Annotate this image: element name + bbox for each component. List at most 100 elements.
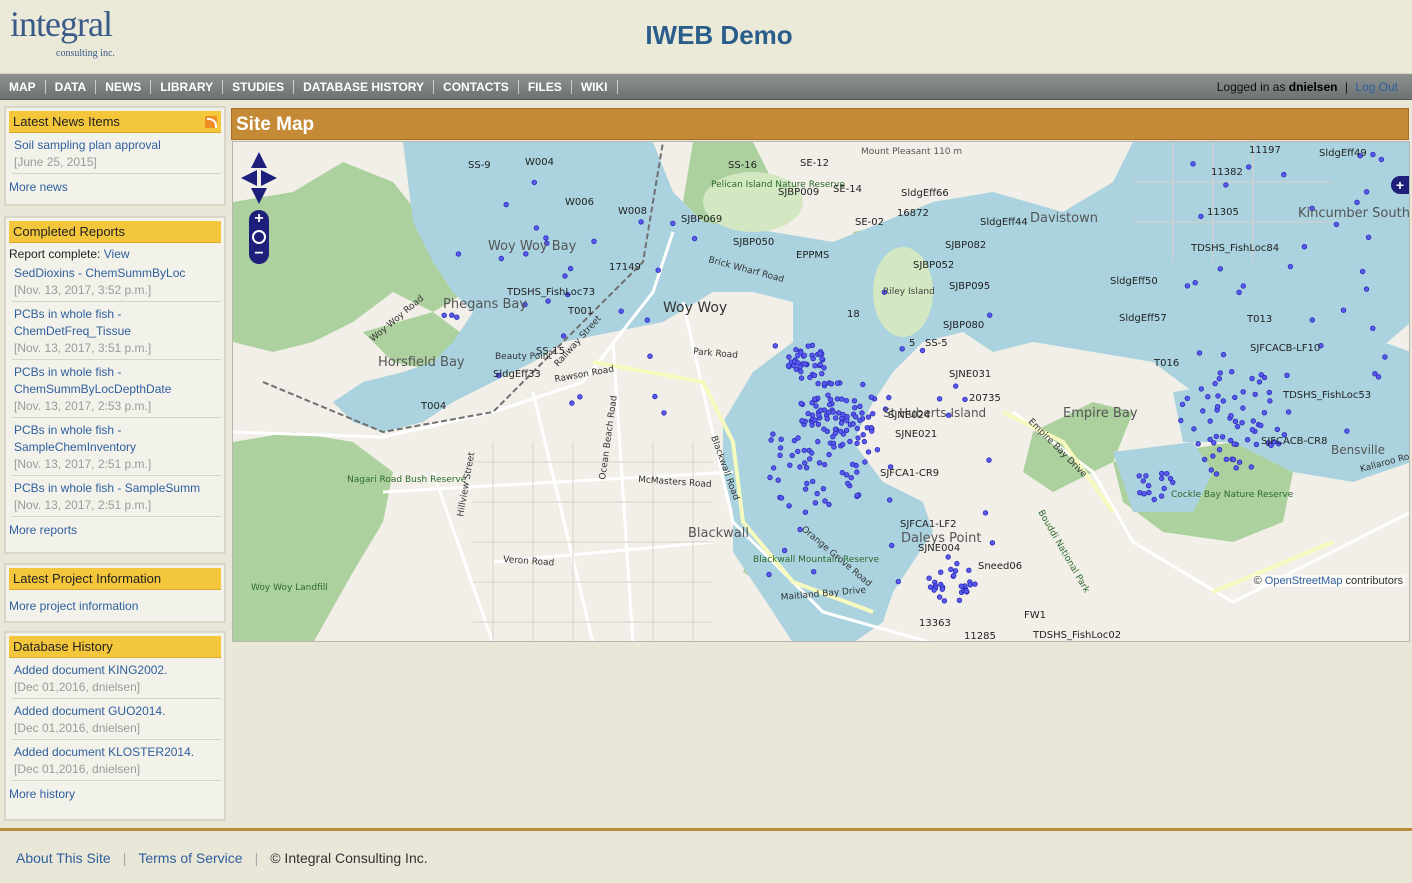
sample-point[interactable]: [838, 428, 844, 435]
sample-point[interactable]: [1223, 456, 1229, 462]
nav-contacts[interactable]: CONTACTS: [434, 80, 519, 94]
sample-point[interactable]: [1178, 417, 1184, 424]
more-news-link[interactable]: More news: [6, 174, 224, 198]
sample-point[interactable]: [1136, 473, 1142, 479]
sample-point[interactable]: [1232, 394, 1238, 401]
sample-point[interactable]: [799, 418, 805, 424]
sample-point[interactable]: [1214, 404, 1221, 410]
sample-point[interactable]: [786, 354, 792, 360]
sample-point[interactable]: [1208, 467, 1214, 473]
sample-point[interactable]: [835, 410, 842, 416]
report-item[interactable]: PCBs in whole fish - SampleSumm [Nov. 13…: [12, 476, 221, 517]
sample-point[interactable]: [545, 298, 551, 304]
sample-point[interactable]: [661, 410, 667, 416]
zoom-world-icon[interactable]: [252, 230, 266, 244]
sample-point[interactable]: [857, 403, 863, 409]
sample-point[interactable]: [652, 393, 658, 400]
sample-point[interactable]: [854, 492, 860, 499]
sample-point[interactable]: [852, 405, 858, 411]
nav-database-history[interactable]: DATABASE HISTORY: [294, 80, 435, 94]
sample-point[interactable]: [802, 509, 809, 515]
logout-link[interactable]: Log Out: [1355, 80, 1398, 94]
history-item[interactable]: Added document KING2002. [Dec 01,2016, d…: [12, 658, 221, 699]
sample-point[interactable]: [972, 581, 978, 587]
sample-point[interactable]: [821, 365, 827, 371]
sample-point[interactable]: [817, 350, 823, 357]
terms-link[interactable]: Terms of Service: [138, 850, 242, 866]
sample-point[interactable]: [831, 444, 837, 450]
sample-point[interactable]: [770, 465, 777, 471]
sample-point[interactable]: [1158, 493, 1165, 499]
sample-point[interactable]: [1231, 441, 1237, 447]
sample-point[interactable]: [1164, 471, 1170, 477]
sample-point[interactable]: [1216, 447, 1223, 453]
sample-point[interactable]: [807, 456, 813, 462]
sample-point[interactable]: [802, 486, 809, 492]
sample-point[interactable]: [839, 441, 846, 448]
sample-point[interactable]: [936, 396, 943, 402]
sample-point[interactable]: [778, 436, 784, 442]
sample-point[interactable]: [775, 477, 781, 483]
sample-point[interactable]: [795, 448, 801, 455]
sample-point[interactable]: [860, 432, 866, 438]
sample-point[interactable]: [638, 219, 644, 225]
pan-down-icon[interactable]: [251, 188, 267, 204]
history-item[interactable]: Added document KLOSTER2014. [Dec 01,2016…: [12, 740, 221, 781]
sample-point[interactable]: [503, 201, 509, 208]
report-item[interactable]: PCBs in whole fish - ChemDetFreq_Tissue …: [12, 302, 221, 360]
sample-point[interactable]: [821, 461, 828, 468]
sample-point[interactable]: [1261, 410, 1268, 416]
sample-point[interactable]: [804, 480, 810, 487]
sample-point[interactable]: [802, 460, 808, 466]
sample-point[interactable]: [1184, 283, 1191, 289]
sample-point[interactable]: [789, 452, 795, 459]
sample-point[interactable]: [813, 403, 819, 409]
sample-point[interactable]: [899, 346, 905, 352]
sample-point[interactable]: [1219, 434, 1226, 440]
sample-point[interactable]: [812, 362, 818, 369]
sample-point[interactable]: [1143, 473, 1149, 479]
sample-point[interactable]: [826, 501, 832, 508]
sample-point[interactable]: [832, 426, 839, 432]
sample-point[interactable]: [1170, 479, 1176, 486]
pan-control[interactable]: [241, 152, 277, 204]
sample-point[interactable]: [785, 362, 792, 369]
sample-point[interactable]: [967, 582, 973, 588]
sample-point[interactable]: [843, 472, 850, 478]
sample-point[interactable]: [847, 438, 853, 445]
sample-point[interactable]: [989, 540, 996, 546]
sample-point[interactable]: [577, 394, 583, 400]
zoom-control[interactable]: + −: [249, 210, 269, 264]
sample-point[interactable]: [1220, 351, 1227, 358]
sample-point[interactable]: [1146, 489, 1152, 496]
sample-point[interactable]: [852, 414, 859, 420]
sample-point[interactable]: [966, 567, 972, 573]
sample-point[interactable]: [569, 400, 575, 406]
sample-point[interactable]: [816, 412, 822, 418]
sample-point[interactable]: [889, 542, 895, 549]
sample-point[interactable]: [1240, 405, 1246, 411]
sample-point[interactable]: [1210, 453, 1216, 459]
sample-point[interactable]: [822, 498, 828, 504]
sample-point[interactable]: [860, 381, 866, 388]
sample-point[interactable]: [1375, 374, 1382, 380]
sample-point[interactable]: [1363, 286, 1370, 292]
sample-point[interactable]: [832, 415, 839, 421]
sample-point[interactable]: [1207, 418, 1213, 424]
history-item-title[interactable]: Added document KLOSTER2014.: [14, 744, 221, 761]
sample-point[interactable]: [1370, 151, 1376, 158]
map-canvas[interactable]: Woy Woy Bay Phegans Bay Horsfield Bay Wo…: [233, 142, 1410, 642]
sample-point[interactable]: [828, 381, 835, 387]
sample-point[interactable]: [1236, 459, 1243, 465]
sample-point[interactable]: [1246, 164, 1252, 170]
sample-point[interactable]: [1370, 325, 1376, 331]
more-reports-link[interactable]: More reports: [6, 517, 224, 541]
sample-point[interactable]: [839, 396, 845, 402]
sample-point[interactable]: [1249, 375, 1255, 382]
sample-point[interactable]: [797, 464, 803, 470]
sample-point[interactable]: [1253, 441, 1260, 448]
sample-point[interactable]: [798, 368, 804, 375]
sample-point[interactable]: [644, 317, 650, 323]
sample-point[interactable]: [963, 588, 970, 594]
sample-point[interactable]: [834, 380, 841, 386]
